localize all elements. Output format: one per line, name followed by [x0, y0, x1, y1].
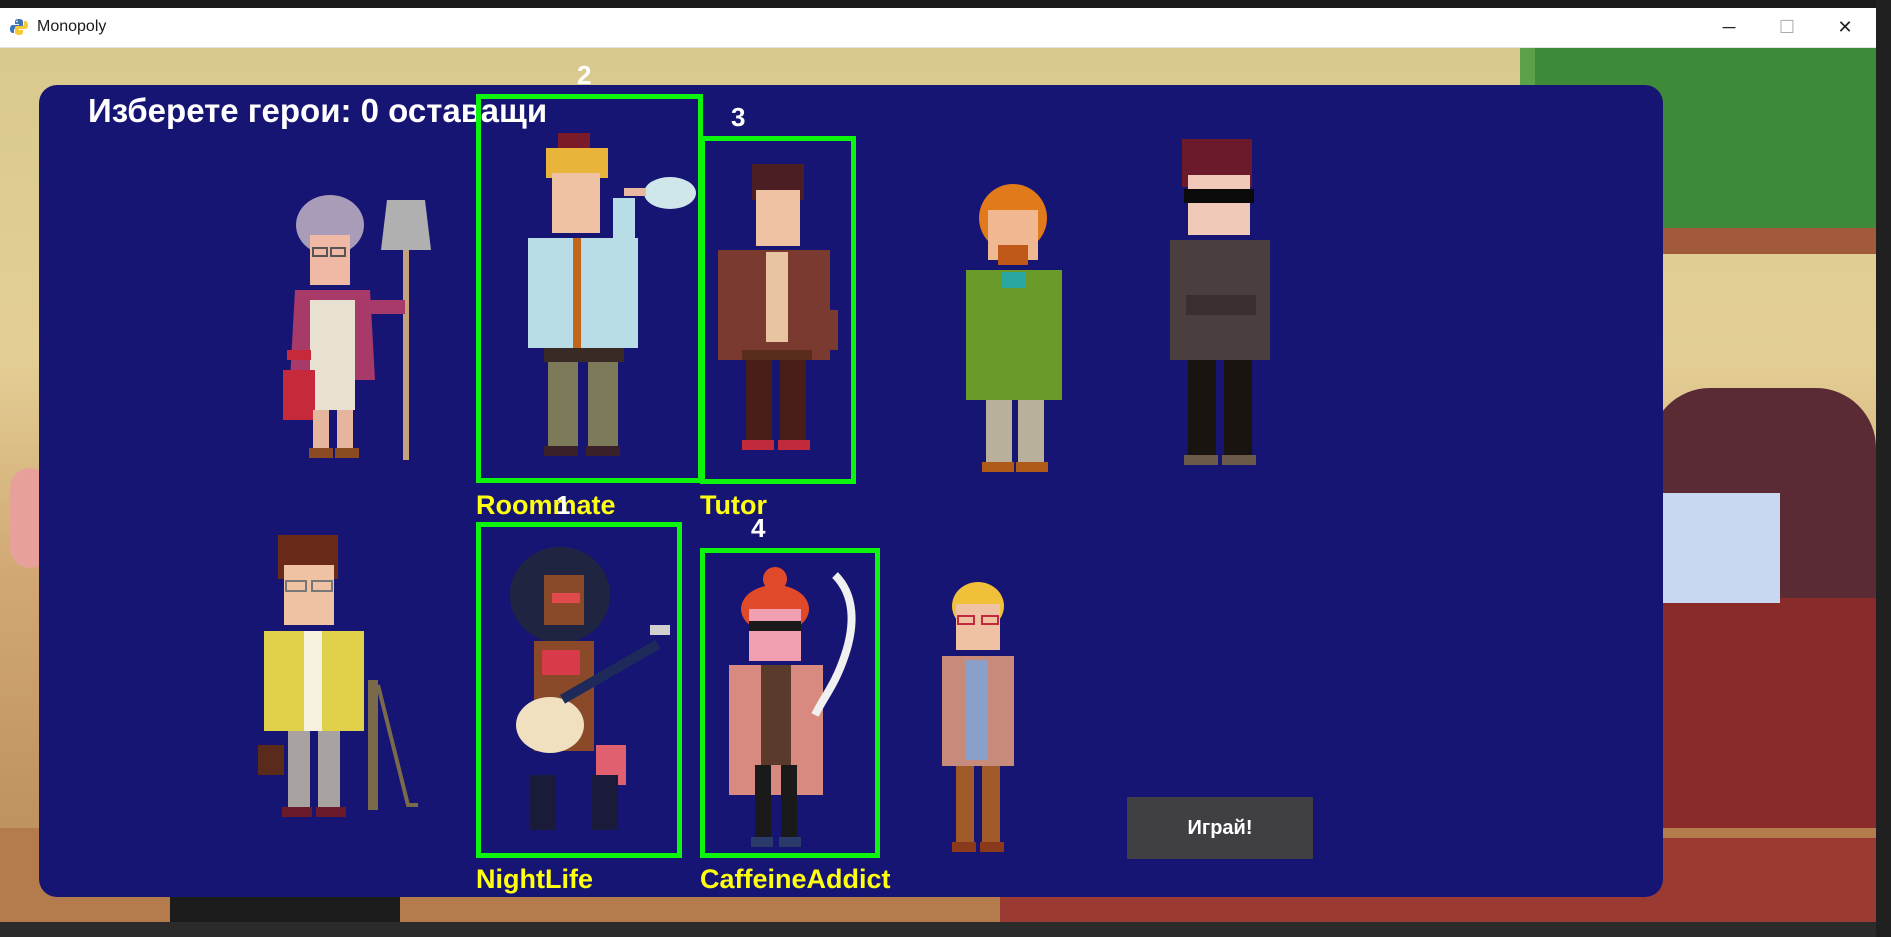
- close-icon: ✕: [1837, 17, 1853, 37]
- hero-blonde-glasses[interactable]: [938, 580, 1018, 855]
- hero-nightlife[interactable]: [500, 545, 680, 835]
- screen-edge: [1876, 0, 1891, 937]
- hero-nightlife-name: NightLife: [476, 864, 593, 894]
- hero-caffeineaddict-name: CaffeineAddict: [700, 864, 891, 894]
- maximize-icon: ☐: [1778, 17, 1796, 37]
- hero-roommate[interactable]: [518, 128, 698, 463]
- hero-roommate-name: Roommate: [476, 490, 616, 520]
- hero-roommate-order: 2: [577, 60, 592, 90]
- hero-caffeineaddict[interactable]: [715, 565, 875, 850]
- close-button[interactable]: ✕: [1816, 8, 1874, 47]
- minimize-icon: ─: [1722, 17, 1736, 37]
- play-button[interactable]: Играй!: [1127, 797, 1313, 859]
- paper-stack: [1650, 493, 1780, 603]
- hero-caffeineaddict-order: 4: [751, 513, 766, 543]
- window-title: Monopoly: [37, 18, 107, 35]
- maximize-button[interactable]: ☐: [1758, 8, 1816, 47]
- python-snake-icon: [10, 19, 28, 35]
- window-titlebar: Monopoly ─ ☐ ✕: [0, 8, 1876, 48]
- hero-sunglasses[interactable]: [1166, 135, 1276, 470]
- hero-yellow-jacket[interactable]: [258, 535, 428, 820]
- bottom-bar: [0, 922, 1876, 937]
- hero-tutor-order: 3: [731, 102, 746, 132]
- hero-nightlife-order: 1: [556, 490, 571, 520]
- hero-green-coat[interactable]: [960, 180, 1070, 475]
- hero-cleaner[interactable]: [275, 180, 465, 465]
- hero-tutor[interactable]: [712, 160, 844, 455]
- minimize-button[interactable]: ─: [1700, 8, 1758, 47]
